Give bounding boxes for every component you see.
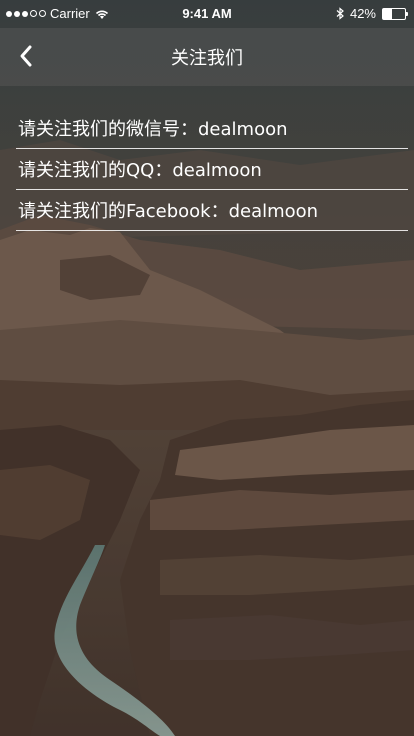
follow-item-facebook[interactable]: 请关注我们的Facebook：dealmoon bbox=[16, 190, 408, 231]
follow-item-label: 请关注我们的QQ：dealmoon bbox=[18, 160, 262, 181]
status-bar: Carrier 9:41 AM 42% bbox=[0, 0, 414, 28]
follow-item-label: 请关注我们的微信号：dealmoon bbox=[18, 119, 288, 140]
screen: Carrier 9:41 AM 42% 关注我们 请关注我们的微信号：dealm… bbox=[0, 0, 414, 736]
navigation-bar: 关注我们 bbox=[0, 28, 414, 86]
follow-us-list: 请关注我们的微信号：dealmoon 请关注我们的QQ：dealmoon 请关注… bbox=[16, 108, 408, 231]
bluetooth-icon bbox=[336, 7, 344, 20]
status-bar-right: 42% bbox=[336, 6, 408, 21]
page-title: 关注我们 bbox=[171, 48, 243, 69]
battery-percent: 42% bbox=[349, 6, 376, 21]
follow-item-label: 请关注我们的Facebook：dealmoon bbox=[18, 201, 319, 222]
follow-item-qq[interactable]: 请关注我们的QQ：dealmoon bbox=[16, 149, 408, 190]
follow-item-wechat[interactable]: 请关注我们的微信号：dealmoon bbox=[16, 108, 408, 149]
battery-icon bbox=[382, 7, 408, 20]
battery-level-fill bbox=[383, 8, 393, 19]
